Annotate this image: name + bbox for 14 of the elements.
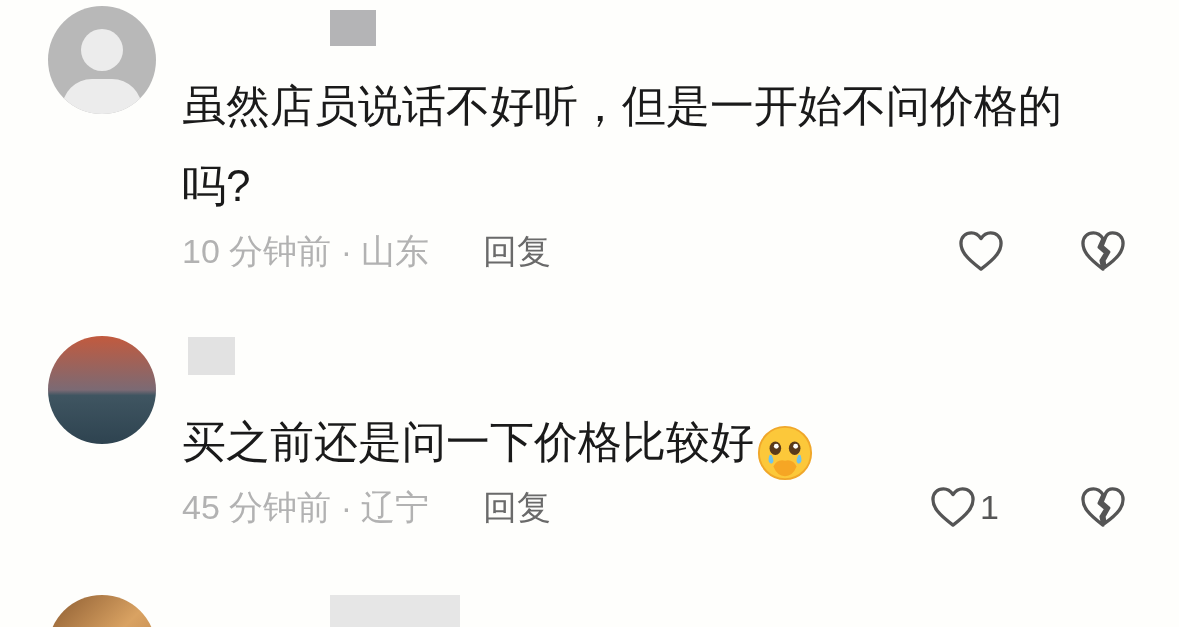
comment-meta: 45 分钟前 · 辽宁 <box>182 486 430 528</box>
comment-text: 买之前还是问一下价格比较好 <box>182 416 754 468</box>
broken-heart-icon[interactable] <box>1080 486 1126 528</box>
redacted-name-block <box>188 337 235 375</box>
heart-icon[interactable] <box>958 230 1004 272</box>
heart-icon[interactable] <box>930 486 976 528</box>
comment-text: 虽然店员说话不好听，但是一开始不问价格的吗? <box>182 80 1063 212</box>
redacted-name-block <box>330 10 376 46</box>
crying-emoji-icon <box>756 424 814 482</box>
like-count: 1 <box>980 486 1000 528</box>
broken-heart-icon[interactable] <box>1080 230 1126 272</box>
reply-button[interactable]: 回复 <box>483 225 552 277</box>
reply-button[interactable]: 回复 <box>483 481 552 533</box>
comment-meta: 10 分钟前 · 山东 <box>182 230 430 272</box>
